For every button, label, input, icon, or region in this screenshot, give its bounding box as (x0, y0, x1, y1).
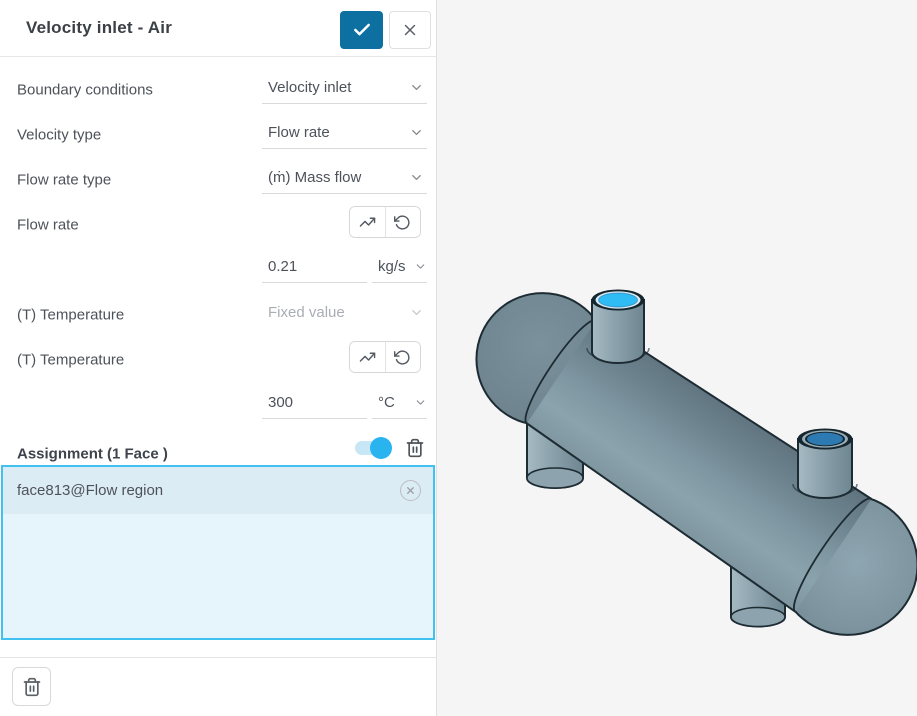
temperature-mode-select: Fixed value (262, 297, 427, 329)
close-icon (405, 485, 416, 496)
trash-icon (22, 677, 42, 697)
assignment-toggle[interactable] (355, 441, 390, 455)
velocity-type-label: Velocity type (17, 127, 101, 144)
panel-footer (0, 657, 436, 716)
close-button[interactable] (389, 11, 431, 49)
undo-icon (394, 349, 411, 366)
trash-icon (405, 438, 425, 458)
flow-rate-value: 0.21 (268, 258, 297, 275)
table-input-button[interactable] (350, 342, 385, 372)
chevron-down-icon (414, 260, 427, 273)
clear-assignment-button[interactable] (404, 437, 426, 459)
chevron-down-icon (409, 125, 424, 140)
boundary-conditions-value: Velocity inlet (268, 79, 351, 96)
flow-rate-unit-select[interactable]: kg/s (372, 251, 427, 283)
confirm-button[interactable] (340, 11, 383, 49)
assignment-label: Assignment (1 Face ) (17, 446, 168, 463)
temperature-mode-label: (T) Temperature (17, 307, 124, 324)
panel-header: Velocity inlet - Air (0, 0, 436, 57)
delete-boundary-condition-button[interactable] (12, 667, 51, 706)
flow-rate-type-select[interactable]: (ṁ) Mass flow (262, 162, 427, 194)
assigned-face-item[interactable]: face813@Flow region (3, 467, 433, 514)
chevron-down-icon (409, 80, 424, 95)
top-nozzle-inlet[interactable] (587, 290, 649, 364)
3d-viewport[interactable] (437, 0, 917, 716)
table-input-button[interactable] (350, 207, 385, 237)
temperature-label: (T) Temperature (17, 352, 124, 369)
flow-rate-label: Flow rate (17, 217, 79, 234)
temperature-mode-value: Fixed value (268, 304, 345, 321)
top-nozzle-outlet[interactable] (793, 429, 857, 499)
temperature-input-mode-buttons (349, 341, 421, 373)
boundary-condition-panel: Velocity inlet - Air Boundary conditions… (0, 0, 437, 716)
flow-rate-unit: kg/s (378, 258, 406, 275)
trend-chart-icon (359, 349, 376, 366)
chevron-down-icon (409, 170, 424, 185)
reset-button[interactable] (385, 342, 421, 372)
assignment-list[interactable]: face813@Flow region (1, 465, 435, 640)
trend-chart-icon (359, 214, 376, 231)
toggle-knob (370, 437, 392, 459)
flow-rate-value-input[interactable]: 0.21 (262, 251, 367, 283)
temperature-value-input[interactable]: 300 (262, 387, 367, 419)
selected-inlet-face[interactable] (599, 293, 638, 307)
temperature-value: 300 (268, 394, 293, 411)
simulation-app: Velocity inlet - Air Boundary conditions… (0, 0, 917, 716)
boundary-conditions-select[interactable]: Velocity inlet (262, 72, 427, 104)
velocity-type-select[interactable]: Flow rate (262, 117, 427, 149)
temperature-unit-select[interactable]: °C (372, 387, 427, 419)
check-icon (352, 20, 372, 40)
flow-rate-input-mode-buttons (349, 206, 421, 238)
assigned-outlet-face[interactable] (807, 433, 843, 446)
chevron-down-icon (414, 396, 427, 409)
remove-face-button[interactable] (400, 480, 421, 501)
temperature-unit: °C (378, 394, 395, 411)
assigned-face-name: face813@Flow region (17, 482, 163, 499)
velocity-type-value: Flow rate (268, 124, 330, 141)
chevron-down-icon (409, 305, 424, 320)
reset-button[interactable] (385, 207, 421, 237)
heat-exchanger-model (437, 0, 917, 716)
flow-rate-type-value: (ṁ) Mass flow (268, 169, 361, 186)
boundary-conditions-label: Boundary conditions (17, 82, 153, 99)
flow-rate-type-label: Flow rate type (17, 172, 111, 189)
undo-icon (394, 214, 411, 231)
close-icon (401, 21, 419, 39)
panel-title: Velocity inlet - Air (26, 18, 172, 38)
